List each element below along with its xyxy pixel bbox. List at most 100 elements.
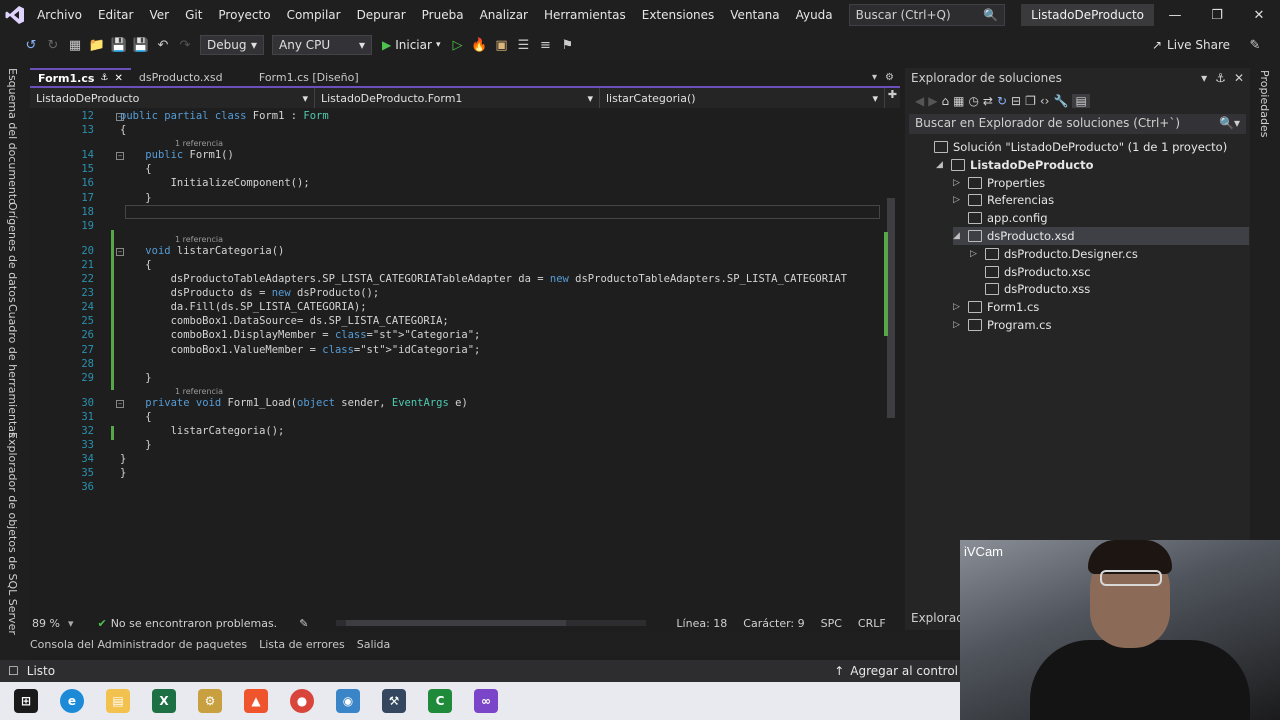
tree-node[interactable]: ◢ dsProducto.xsd — [953, 227, 1249, 245]
code-line[interactable]: void listarCategoria() — [120, 245, 284, 257]
code-line[interactable]: private void Form1_Load(object sender, E… — [120, 397, 467, 409]
code-line[interactable]: public Form1() — [120, 149, 234, 161]
undo-icon[interactable]: ↶ — [152, 34, 174, 56]
windows-start-icon[interactable]: ⊞ — [14, 689, 38, 713]
back-icon[interactable]: ↺ — [20, 34, 42, 56]
format-icon[interactable]: ≡ — [534, 34, 556, 56]
start-button[interactable]: ▶ Iniciar ▾ — [382, 38, 440, 52]
project-dropdown[interactable]: ListadoDeProducto ▾ — [30, 88, 315, 108]
visual-studio-icon[interactable]: ∞ — [474, 689, 498, 713]
code-line[interactable]: comboBox1.ValueMember = class="st">"idCa… — [120, 344, 481, 356]
minimize-icon[interactable]: — — [1154, 8, 1196, 23]
expand-arrow-icon[interactable]: ◢ — [936, 160, 946, 170]
codelens-reference[interactable]: 1 referencia — [175, 387, 223, 396]
codelens-reference[interactable]: 1 referencia — [175, 139, 223, 148]
file-explorer-icon[interactable]: ▤ — [106, 689, 130, 713]
app-tool-icon[interactable]: ⚙ — [198, 689, 222, 713]
tree-node[interactable]: ▷ Program.cs — [953, 316, 1052, 334]
code-line[interactable]: dsProducto ds = new dsProducto(); — [120, 287, 380, 299]
refresh-icon[interactable]: ↻ — [997, 94, 1007, 108]
preview-icon[interactable]: ▤ — [1072, 94, 1090, 108]
scrollbar-thumb[interactable] — [346, 620, 567, 626]
code-line[interactable]: } — [120, 192, 151, 204]
align-icon[interactable]: ☰ — [512, 34, 534, 56]
menu-item-proyecto[interactable]: Proyecto — [210, 0, 278, 30]
tab-toolbox[interactable]: Cuadro de herramientas — [6, 304, 19, 438]
code-line[interactable]: { — [120, 163, 151, 175]
menu-item-analizar[interactable]: Analizar — [472, 0, 536, 30]
menu-item-editar[interactable]: Editar — [90, 0, 142, 30]
close-icon[interactable]: ✕ — [115, 73, 123, 84]
bookmark-icon[interactable]: ⚑ — [556, 34, 578, 56]
code-line[interactable]: comboBox1.DisplayMember = class="st">"Ca… — [120, 329, 481, 341]
zoom-level[interactable]: 89 % — [32, 617, 60, 630]
search-input[interactable]: Buscar (Ctrl+Q) 🔍 — [848, 4, 1006, 26]
tree-node[interactable]: ▷ Form1.cs — [953, 298, 1039, 316]
collapse-all-icon[interactable]: ⊟ — [1011, 94, 1021, 108]
tree-node[interactable]: Solución "ListadoDeProducto" (1 de 1 pro… — [919, 138, 1227, 156]
tab-properties[interactable]: Propiedades — [1258, 70, 1271, 137]
expand-arrow-icon[interactable]: ▷ — [953, 302, 963, 312]
tree-node[interactable]: ▷ Referencias — [953, 191, 1054, 209]
menu-item-depurar[interactable]: Depurar — [349, 0, 414, 30]
tree-node[interactable]: ▷ Properties — [953, 174, 1045, 192]
forward-icon[interactable]: ▶ — [928, 94, 937, 108]
tab-package-manager-console[interactable]: Consola del Administrador de paquetes — [30, 638, 247, 651]
code-line[interactable]: listarCategoria(); — [120, 425, 285, 437]
switch-views-icon[interactable]: ▦ — [953, 94, 964, 108]
code-line[interactable]: { — [120, 259, 151, 271]
search-icon[interactable]: 🔍▾ — [1219, 116, 1240, 132]
redo-icon[interactable]: ↷ — [174, 34, 196, 56]
menu-item-ver[interactable]: Ver — [141, 0, 177, 30]
tab-list-dropdown-icon[interactable]: ▾ — [872, 72, 877, 83]
code-line[interactable]: } — [120, 453, 126, 465]
outlook-app-icon[interactable]: ◉ — [336, 689, 360, 713]
code-line[interactable]: } — [120, 372, 151, 384]
edge-icon[interactable]: e — [60, 689, 84, 713]
tree-node[interactable]: dsProducto.xss — [970, 280, 1090, 298]
home-icon[interactable]: ⌂ — [941, 94, 949, 108]
code-line[interactable]: public partial class Form1 : Form — [120, 110, 329, 122]
codelens-reference[interactable]: 1 referencia — [175, 235, 223, 244]
tree-node[interactable]: ◢ ListadoDeProducto — [936, 156, 1094, 174]
scrollbar-thumb[interactable] — [887, 198, 895, 418]
start-without-debug-icon[interactable]: ▷ — [446, 34, 468, 56]
menu-item-ayuda[interactable]: Ayuda — [788, 0, 841, 30]
close-icon[interactable]: ✕ — [1234, 71, 1244, 85]
member-dropdown[interactable]: listarCategoria() ▾ — [600, 88, 885, 108]
solution-search-input[interactable]: Buscar en Explorador de soluciones (Ctrl… — [909, 114, 1246, 134]
tree-node[interactable]: dsProducto.xsc — [970, 263, 1091, 281]
expand-arrow-icon[interactable]: ▷ — [953, 320, 963, 330]
code-line[interactable]: { — [120, 411, 151, 423]
visual-studio-logo-icon[interactable] — [0, 0, 29, 30]
tab-dsproducto-xsd[interactable]: dsProducto.xsd — [131, 68, 251, 86]
camtasia-icon[interactable]: C — [428, 689, 452, 713]
show-all-files-icon[interactable]: ❐ — [1025, 94, 1036, 108]
add-source-control[interactable]: ↑ Agregar al control — [834, 664, 958, 678]
excel-icon[interactable]: X — [152, 689, 176, 713]
code-line[interactable]: dsProductoTableAdapters.SP_LISTA_CATEGOR… — [120, 273, 847, 285]
split-icon[interactable]: ✚ — [885, 88, 900, 108]
issues-status[interactable]: No se encontraron problemas. — [111, 617, 277, 630]
save-icon[interactable]: 💾 — [108, 34, 130, 56]
code-line[interactable]: } — [120, 439, 151, 451]
menu-item-ventana[interactable]: Ventana — [722, 0, 787, 30]
configuration-dropdown[interactable]: Debug ▾ — [200, 35, 264, 55]
tab-document-outline[interactable]: Esquema del documento — [6, 68, 19, 205]
class-dropdown[interactable]: ListadoDeProducto.Form1 ▾ — [315, 88, 600, 108]
menu-item-compilar[interactable]: Compilar — [279, 0, 349, 30]
expand-arrow-icon[interactable]: ▷ — [953, 178, 963, 188]
expand-arrow-icon[interactable]: ◢ — [953, 231, 963, 241]
pin-icon[interactable]: ⚓ — [1215, 71, 1226, 85]
pin-icon[interactable]: ⚓ — [100, 73, 108, 83]
brave-icon[interactable]: ▲ — [244, 689, 268, 713]
tree-node[interactable]: app.config — [953, 209, 1048, 227]
code-line[interactable]: } — [120, 467, 126, 479]
chrome-icon[interactable]: ● — [290, 689, 314, 713]
eol-indicator[interactable]: CRLF — [858, 617, 886, 630]
feedback-icon[interactable]: ✎ — [1244, 34, 1266, 56]
hot-reload-icon[interactable]: 🔥 — [468, 34, 490, 56]
platform-dropdown[interactable]: Any CPU ▾ — [272, 35, 372, 55]
tab-sql-object-explorer[interactable]: Explorador de objetos de SQL Server — [6, 432, 19, 635]
live-share-button[interactable]: ↗ Live Share — [1152, 38, 1230, 52]
